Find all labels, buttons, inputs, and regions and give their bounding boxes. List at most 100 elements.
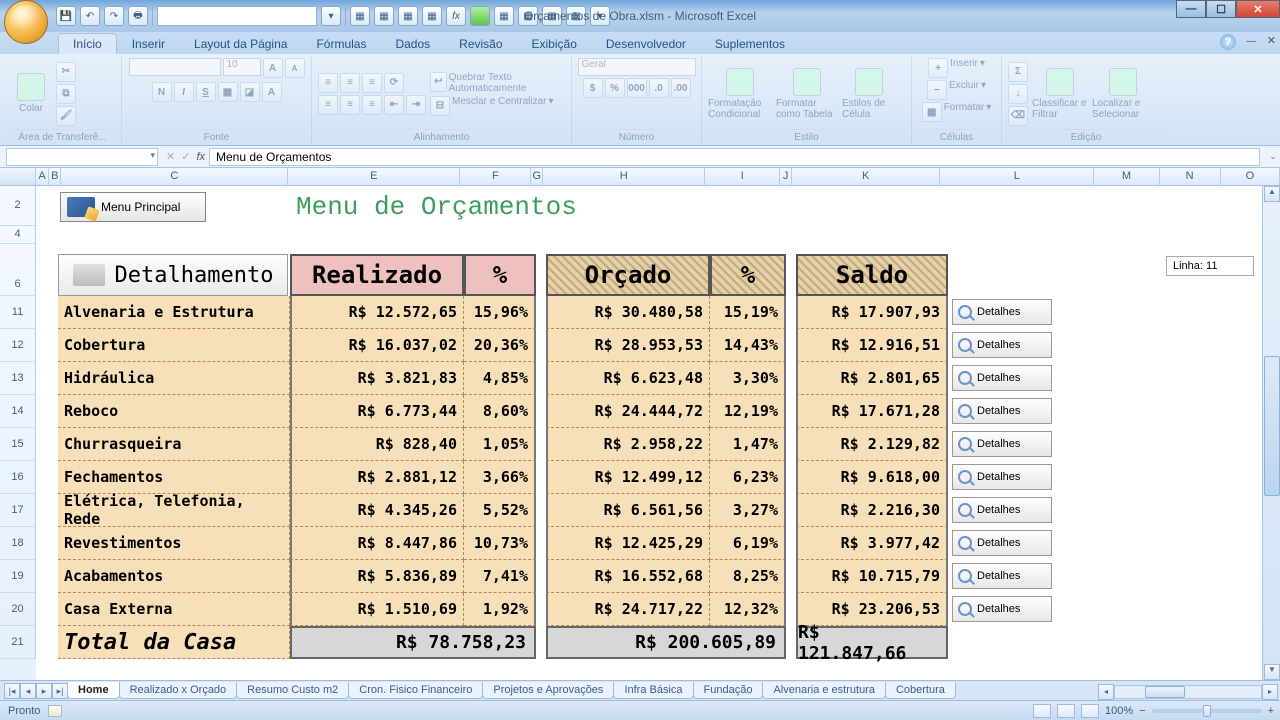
border-icon[interactable]: ▦ — [218, 82, 238, 102]
tab-next-icon[interactable]: ▸ — [36, 683, 52, 699]
dec-dec-icon[interactable]: .00 — [671, 78, 691, 98]
qat-print-icon[interactable]: 🖶 — [128, 6, 148, 26]
col-header[interactable]: A — [36, 168, 50, 185]
row-header[interactable]: 2 — [0, 186, 36, 226]
zoom-slider[interactable] — [1152, 709, 1262, 713]
orientation-icon[interactable]: ⟳ — [384, 73, 404, 93]
col-header[interactable]: G — [531, 168, 543, 185]
menu-principal-button[interactable]: Menu Principal — [60, 192, 206, 222]
cell-styles-button[interactable]: Estilos de Célula — [842, 68, 896, 120]
sheet-tab[interactable]: Infra Básica — [613, 682, 693, 699]
align-middle-icon[interactable]: ≡ — [340, 73, 360, 93]
tab-dados[interactable]: Dados — [381, 34, 444, 54]
paste-button[interactable]: Colar — [10, 73, 52, 114]
page-layout-view-icon[interactable] — [1057, 704, 1075, 718]
percent-icon[interactable]: % — [605, 78, 625, 98]
sheet-tab[interactable]: Alvenaria e estrutura — [762, 682, 886, 699]
tab-inicio[interactable]: Início — [58, 33, 117, 54]
row-header[interactable]: 18 — [0, 527, 36, 560]
grow-font-icon[interactable]: A — [263, 58, 283, 78]
qat-icon[interactable]: ▦ — [398, 6, 418, 26]
qat-redo-icon[interactable]: ↷ — [104, 6, 124, 26]
detalhamento-header[interactable]: Detalhamento — [58, 254, 288, 296]
row-header[interactable]: 19 — [0, 560, 36, 593]
col-header[interactable]: K — [792, 168, 940, 185]
font-color-icon[interactable]: A — [262, 82, 282, 102]
sort-filter-button[interactable]: Classificar e Filtrar — [1032, 68, 1088, 120]
align-bottom-icon[interactable]: ≡ — [362, 73, 382, 93]
row-header[interactable]: 13 — [0, 362, 36, 395]
col-header[interactable]: H — [543, 168, 705, 185]
detalhes-button[interactable]: Detalhes — [952, 431, 1052, 457]
tab-suplementos[interactable]: Suplementos — [701, 34, 799, 54]
col-header[interactable]: M — [1094, 168, 1159, 185]
horizontal-scrollbar[interactable]: ◂ ▸ — [1098, 683, 1278, 700]
clear-icon[interactable]: ⌫ — [1008, 106, 1028, 126]
row-header[interactable]: 6 — [0, 244, 36, 296]
row-header[interactable]: 17 — [0, 494, 36, 527]
shrink-font-icon[interactable]: A — [285, 58, 305, 78]
col-header[interactable]: I — [705, 168, 780, 185]
zoom-out-icon[interactable]: − — [1139, 705, 1145, 717]
sheet-tab[interactable]: Projetos e Aprovações — [482, 682, 614, 699]
align-right-icon[interactable]: ≡ — [362, 95, 382, 115]
qat-icon[interactable]: ▦ — [374, 6, 394, 26]
name-box[interactable] — [6, 148, 158, 166]
detalhes-button[interactable]: Detalhes — [952, 365, 1052, 391]
row-header[interactable]: 14 — [0, 395, 36, 428]
detalhes-button[interactable]: Detalhes — [952, 563, 1052, 589]
tab-first-icon[interactable]: |◂ — [4, 683, 20, 699]
row-header[interactable]: 16 — [0, 461, 36, 494]
row-header[interactable]: 21 — [0, 626, 36, 659]
zoom-in-icon[interactable]: + — [1268, 705, 1274, 717]
number-format-combo[interactable]: Geral — [578, 58, 696, 76]
scroll-left-icon[interactable]: ◂ — [1098, 684, 1114, 700]
cut-icon[interactable]: ✂ — [56, 62, 76, 82]
underline-button[interactable]: S — [196, 82, 216, 102]
col-header[interactable]: C — [61, 168, 288, 185]
close-workbook-icon[interactable]: ✕ — [1267, 34, 1276, 47]
currency-icon[interactable]: $ — [583, 78, 603, 98]
qat-icon[interactable]: ▦ — [494, 6, 514, 26]
sheet-tab[interactable]: Cron. Fisico Financeiro — [348, 682, 483, 699]
expand-formula-bar-icon[interactable]: ⌄ — [1266, 151, 1280, 162]
find-select-button[interactable]: Localizar e Selecionar — [1092, 68, 1154, 120]
qat-save-icon[interactable]: 💾 — [56, 6, 76, 26]
sheet-tab[interactable]: Resumo Custo m2 — [236, 682, 349, 699]
sheet-tab[interactable]: Realizado x Orçado — [119, 682, 238, 699]
detalhes-button[interactable]: Detalhes — [952, 596, 1052, 622]
qat-icon[interactable] — [470, 6, 490, 26]
col-header[interactable]: L — [940, 168, 1094, 185]
vertical-scrollbar[interactable]: ▲ ▼ — [1262, 186, 1280, 680]
row-header[interactable]: 11 — [0, 296, 36, 329]
close-button[interactable]: ✕ — [1236, 0, 1280, 18]
align-top-icon[interactable]: ≡ — [318, 73, 338, 93]
row-header[interactable]: 20 — [0, 593, 36, 626]
detalhes-button[interactable]: Detalhes — [952, 464, 1052, 490]
col-header[interactable]: B — [49, 168, 61, 185]
qat-icon[interactable]: ▦ — [422, 6, 442, 26]
insert-cells-button[interactable]: +Inserir ▾ — [928, 58, 985, 78]
detalhes-button[interactable]: Detalhes — [952, 299, 1052, 325]
autosum-icon[interactable]: Σ — [1008, 62, 1028, 82]
delete-cells-button[interactable]: −Excluir ▾ — [927, 80, 986, 100]
tab-desenvolvedor[interactable]: Desenvolvedor — [592, 34, 700, 54]
fill-icon[interactable]: ↓ — [1008, 84, 1028, 104]
normal-view-icon[interactable] — [1033, 704, 1051, 718]
qat-combo[interactable] — [157, 6, 317, 26]
tab-revisao[interactable]: Revisão — [445, 34, 516, 54]
format-cells-button[interactable]: ▦Formatar ▾ — [922, 102, 992, 122]
sheet-tab[interactable]: Home — [67, 682, 120, 699]
copy-icon[interactable]: ⧉ — [56, 84, 76, 104]
row-header[interactable]: 15 — [0, 428, 36, 461]
col-header[interactable]: F — [460, 168, 531, 185]
inc-dec-icon[interactable]: .0 — [649, 78, 669, 98]
tab-prev-icon[interactable]: ◂ — [20, 683, 36, 699]
worksheet-grid[interactable]: 2 4 6 11 12 13 14 15 16 17 18 19 20 21 M… — [0, 186, 1262, 680]
conditional-formatting-button[interactable]: Formatação Condicional — [708, 68, 772, 120]
tab-inserir[interactable]: Inserir — [118, 34, 179, 54]
detalhes-button[interactable]: Detalhes — [952, 530, 1052, 556]
align-left-icon[interactable]: ≡ — [318, 95, 338, 115]
page-break-view-icon[interactable] — [1081, 704, 1099, 718]
merge-center-button[interactable]: ⊟Mesclar e Centralizar ▾ — [430, 96, 565, 116]
